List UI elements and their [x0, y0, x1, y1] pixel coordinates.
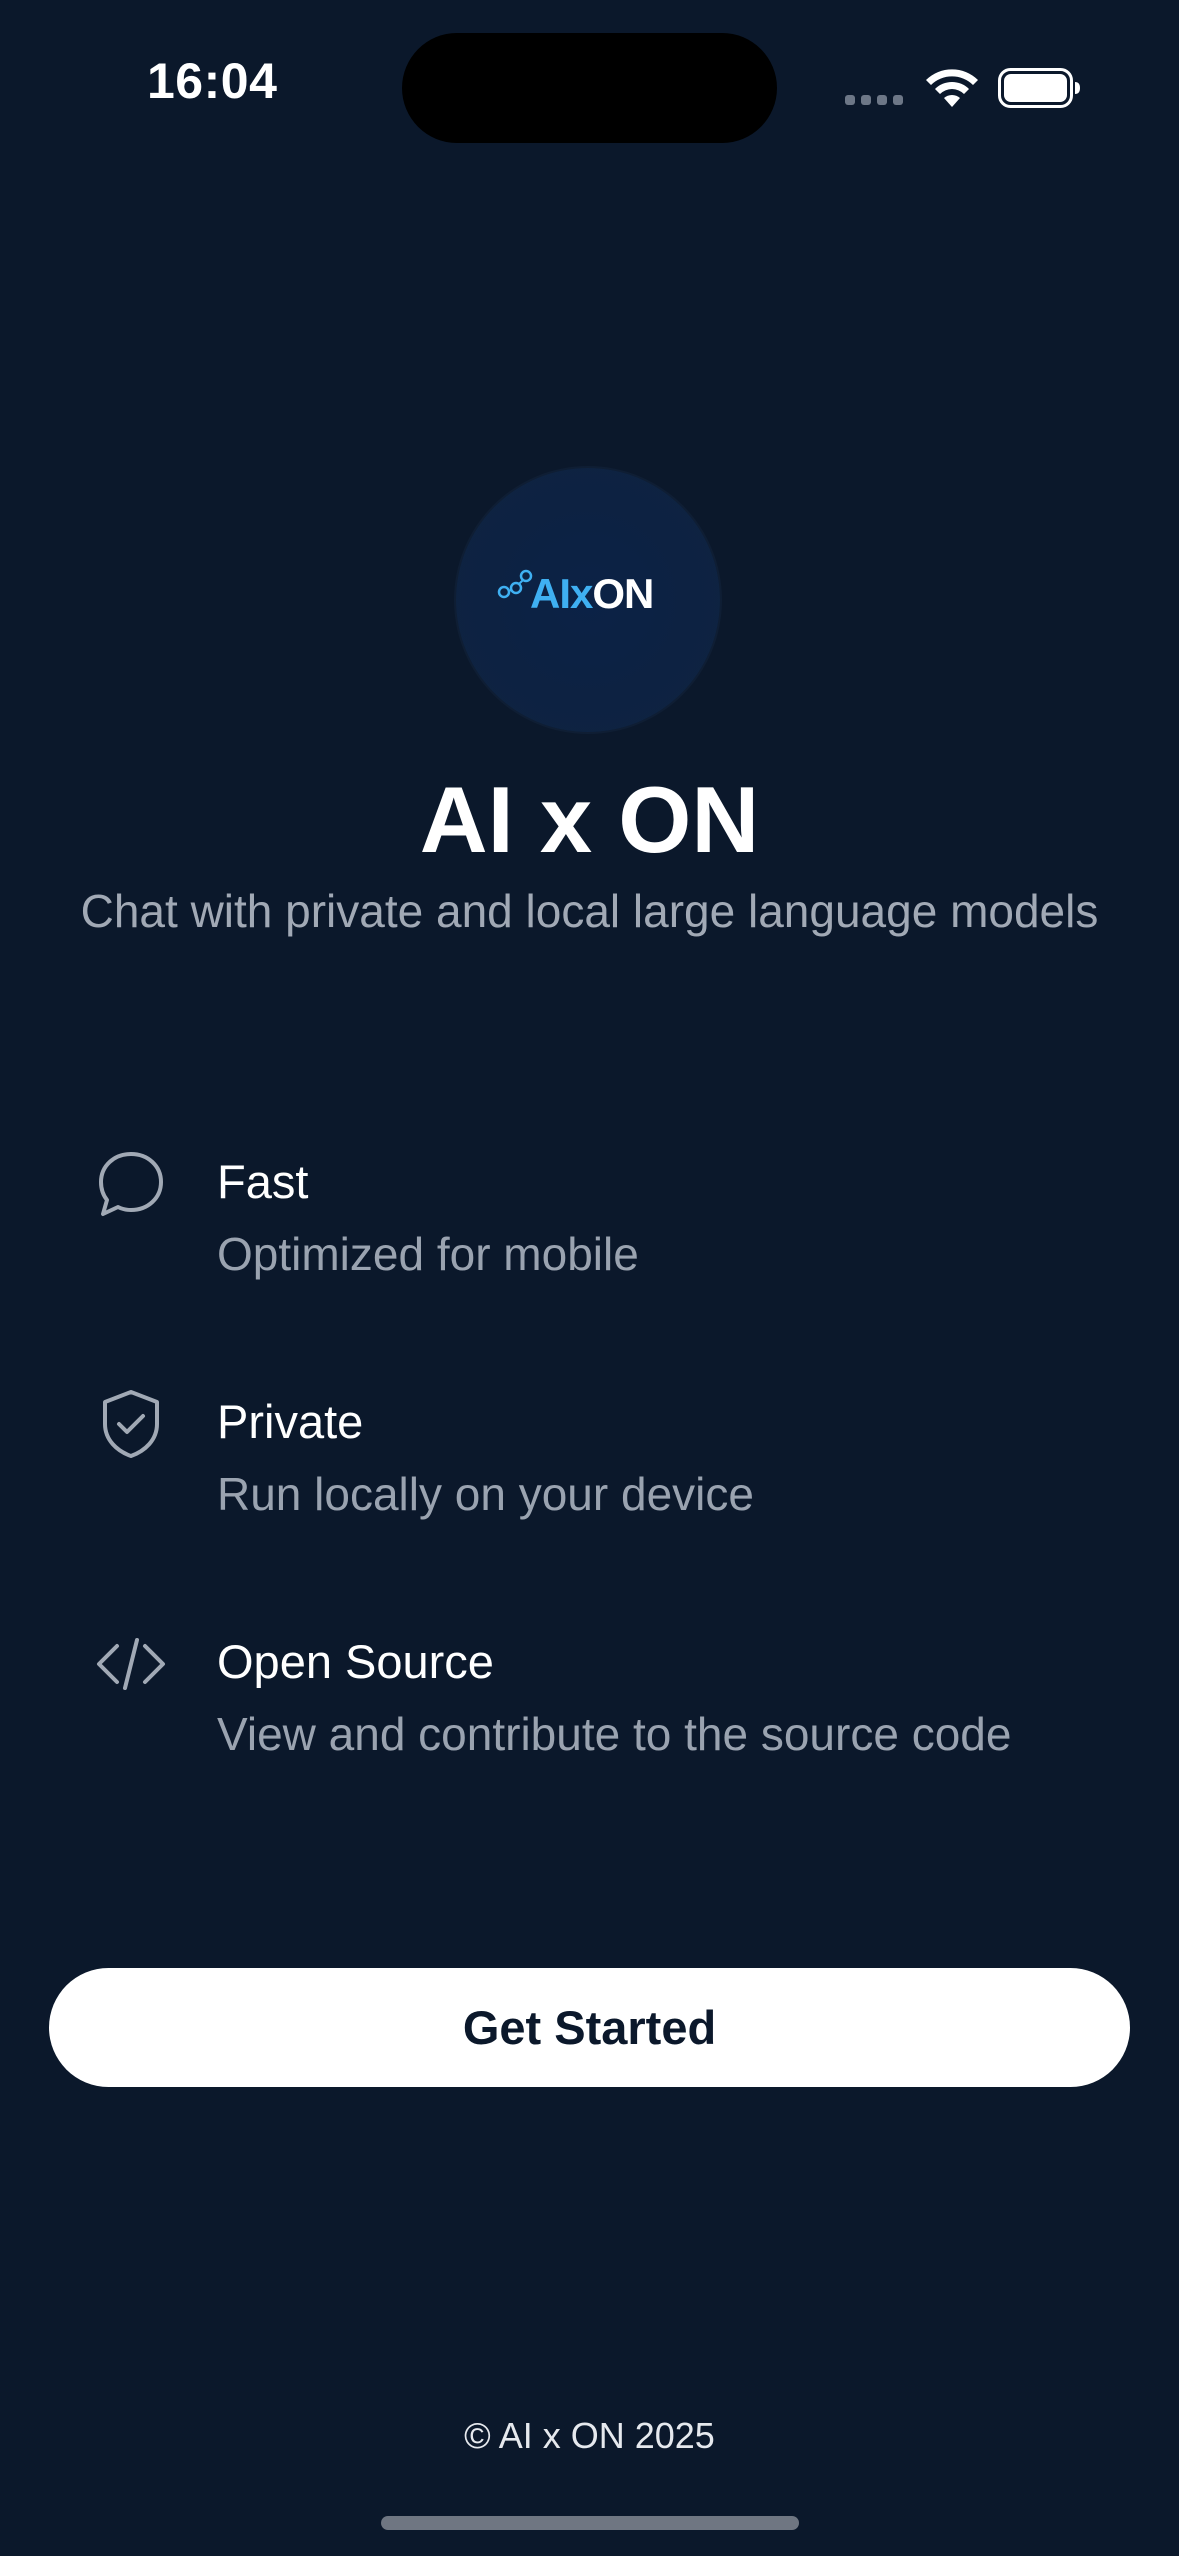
chat-bubble-icon — [99, 1152, 163, 1216]
battery-icon — [998, 68, 1080, 108]
feature-title: Private — [217, 1395, 364, 1448]
status-time: 16:04 — [147, 53, 278, 109]
get-started-button[interactable]: Get Started — [49, 1968, 1130, 2087]
logo-wordmark: AIxON — [530, 570, 654, 617]
app-subtitle: Chat with private and local large langua… — [80, 885, 1099, 937]
cellular-signal-icon — [845, 95, 905, 105]
wifi-icon — [926, 69, 978, 107]
feature-description: Run locally on your device — [217, 1468, 754, 1520]
app-title: AI x ON — [419, 767, 760, 872]
footer-copyright: © AI x ON 2025 — [464, 2415, 715, 2456]
code-icon — [97, 1638, 165, 1690]
feature-description: View and contribute to the source code — [217, 1708, 1012, 1760]
feature-description: Optimized for mobile — [217, 1228, 639, 1280]
app-logo: AIxON — [496, 560, 676, 620]
dynamic-island — [402, 33, 777, 143]
feature-title: Fast — [217, 1155, 309, 1208]
feature-fast: Fast Optimized for mobile — [0, 1148, 1179, 1308]
feature-private: Private Run locally on your device — [0, 1388, 1179, 1548]
shield-check-icon — [103, 1390, 159, 1458]
feature-open-source: Open Source View and contribute to the s… — [0, 1628, 1179, 1788]
feature-title: Open Source — [217, 1635, 494, 1688]
home-indicator[interactable] — [381, 2516, 799, 2530]
